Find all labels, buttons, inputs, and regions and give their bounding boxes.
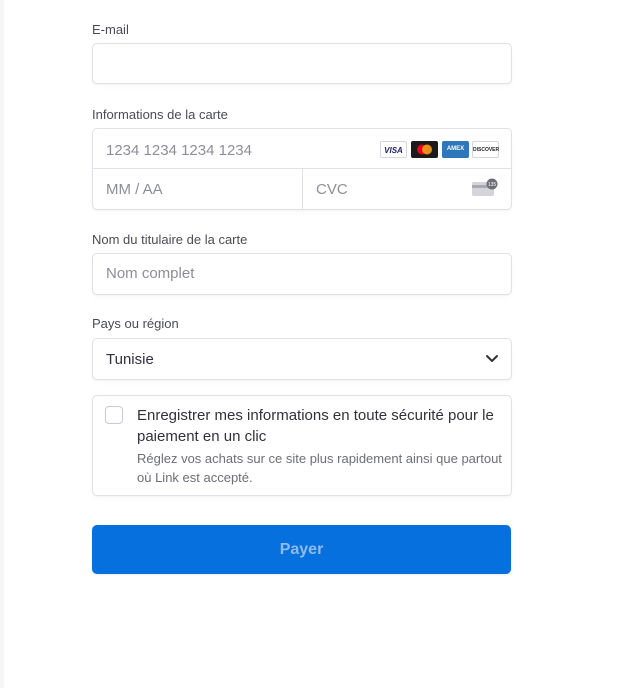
cvc-card-icon: 135 — [472, 178, 498, 196]
cardholder-name-field[interactable]: Nom complet — [92, 253, 512, 295]
card-number-placeholder: 1234 1234 1234 1234 — [106, 142, 252, 159]
chevron-down-icon — [486, 355, 498, 362]
expiry-field[interactable]: MM / AA — [93, 169, 302, 209]
email-label: E-mail — [92, 22, 129, 37]
cvc-icon-text: 135 — [488, 182, 497, 188]
cardholder-placeholder: Nom complet — [106, 265, 195, 282]
mastercard-icon — [411, 141, 438, 158]
payment-page: E-mail Informations de la carte 1234 123… — [0, 0, 624, 688]
pay-button[interactable]: Payer — [92, 525, 511, 574]
country-label: Pays ou région — [92, 316, 179, 331]
discover-icon: DISCOVER — [472, 141, 499, 158]
expiry-placeholder: MM / AA — [106, 181, 163, 198]
save-info-title: Enregistrer mes informations en toute sé… — [137, 407, 494, 445]
cvc-placeholder: CVC — [316, 181, 348, 198]
country-select[interactable]: Tunisie — [92, 338, 512, 380]
amex-icon: AMEX — [442, 141, 469, 158]
card-number-field[interactable]: 1234 1234 1234 1234 VISA AMEX DISCOVER — [93, 129, 511, 168]
country-selected-value: Tunisie — [106, 351, 154, 368]
cardholder-label: Nom du titulaire de la carte — [92, 232, 248, 247]
cvc-field[interactable]: CVC 135 — [303, 169, 511, 209]
save-info-checkbox[interactable] — [105, 406, 123, 424]
email-field[interactable] — [92, 43, 512, 84]
save-info-card: Enregistrer mes informations en toute sé… — [92, 395, 512, 496]
mastercard-circles — [417, 144, 432, 155]
visa-icon: VISA — [380, 141, 407, 158]
left-edge-strip — [0, 0, 4, 688]
card-info-group: 1234 1234 1234 1234 VISA AMEX DISCOVER M… — [92, 128, 512, 210]
card-info-label: Informations de la carte — [92, 107, 228, 122]
save-info-description: Réglez vos achats sur ce site plus rapid… — [137, 451, 502, 485]
